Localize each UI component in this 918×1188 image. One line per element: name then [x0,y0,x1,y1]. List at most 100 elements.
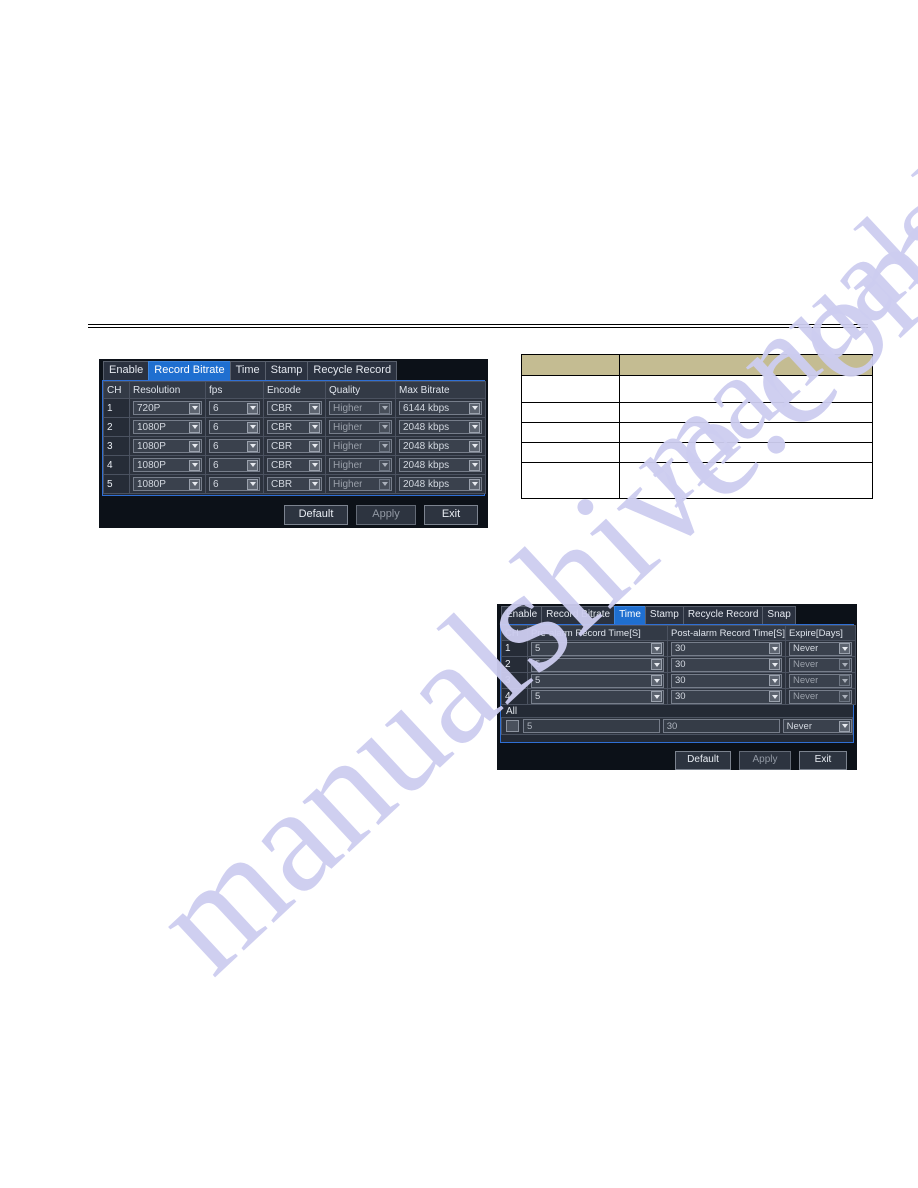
tab-enable[interactable]: Enable [103,361,150,380]
chevron-down-icon[interactable] [309,440,320,452]
cell-name [521,422,620,443]
chevron-down-icon[interactable] [189,402,200,414]
chevron-down-icon[interactable] [189,459,200,471]
quality-dropdown[interactable]: Higher [329,420,392,434]
apply-button[interactable]: Apply [739,751,791,770]
quality-dropdown[interactable]: Higher [329,401,392,415]
chevron-down-icon[interactable] [839,643,850,654]
chevron-down-icon[interactable] [469,440,480,452]
quality-dropdown[interactable]: Higher [329,477,392,491]
all-expire-dropdown[interactable]: Never [782,719,853,733]
fps-dropdown[interactable]: 6 [209,439,260,453]
chevron-down-icon[interactable] [769,675,780,686]
post-alarm-dropdown[interactable]: 30 [671,673,782,688]
tab-recycle-record[interactable]: Recycle Record [307,361,398,380]
chevron-down-icon[interactable] [769,643,780,654]
chevron-down-icon[interactable] [247,478,258,490]
chevron-down-icon[interactable] [247,402,258,414]
max-bitrate-dropdown[interactable]: 6144 kbps [399,401,482,415]
tab-record-bitrate[interactable]: Record Bitrate [541,606,616,624]
resolution-dropdown[interactable]: 1080P [133,439,202,453]
chevron-down-icon[interactable] [189,478,200,490]
expire-dropdown[interactable]: Never [789,641,852,656]
chevron-down-icon[interactable] [839,659,850,670]
encode-dropdown[interactable]: CBR [267,401,322,415]
max-bitrate-dropdown[interactable]: 2048 kbps [399,458,482,472]
chevron-down-icon[interactable] [189,421,200,433]
chevron-down-icon[interactable] [469,459,480,471]
chevron-down-icon[interactable] [469,478,480,490]
chevron-down-icon[interactable] [769,691,780,702]
tab-time[interactable]: Time [229,361,266,380]
default-button[interactable]: Default [675,751,731,770]
chevron-down-icon[interactable] [379,402,390,414]
pre-alarm-dropdown[interactable]: 5 [531,657,664,672]
chevron-down-icon[interactable] [379,459,390,471]
all-pre-alarm-input[interactable]: 5 [523,719,660,733]
chevron-down-icon[interactable] [189,440,200,452]
expire-dropdown[interactable]: Never [789,689,852,704]
chevron-down-icon[interactable] [247,421,258,433]
max-bitrate-dropdown[interactable]: 2048 kbps [399,477,482,491]
chevron-down-icon[interactable] [651,675,662,686]
col-resolution: Resolution [129,381,206,399]
chevron-down-icon[interactable] [309,478,320,490]
tab-time[interactable]: Time [614,606,646,624]
post-alarm-dropdown[interactable]: 30 [671,641,782,656]
apply-button[interactable]: Apply [356,505,416,525]
chevron-down-icon[interactable] [309,459,320,471]
chevron-down-icon[interactable] [309,421,320,433]
tab-recycle-record[interactable]: Recycle Record [682,606,764,624]
chevron-down-icon[interactable] [247,440,258,452]
expire-dropdown[interactable]: Never [789,673,852,688]
pre-alarm-dropdown[interactable]: 5 [531,641,664,656]
chevron-down-icon[interactable] [469,402,480,414]
fps-dropdown[interactable]: 6 [209,401,260,415]
quality-dropdown[interactable]: Higher [329,458,392,472]
encode-dropdown[interactable]: CBR [267,458,322,472]
all-post-alarm-input[interactable]: 30 [662,719,780,733]
chevron-down-icon[interactable] [379,421,390,433]
resolution-dropdown[interactable]: 720P [133,401,202,415]
dropdown-value: 2048 kbps [403,440,450,452]
resolution-dropdown[interactable]: 1080P [133,477,202,491]
chevron-down-icon[interactable] [309,402,320,414]
default-button[interactable]: Default [284,505,348,525]
post-alarm-dropdown[interactable]: 30 [671,689,782,704]
chevron-down-icon[interactable] [839,720,851,732]
resolution-dropdown[interactable]: 1080P [133,458,202,472]
chevron-down-icon[interactable] [379,478,390,490]
resolution-dropdown[interactable]: 1080P [133,420,202,434]
exit-button[interactable]: Exit [424,505,478,525]
chevron-down-icon[interactable] [651,643,662,654]
quality-dropdown[interactable]: Higher [329,439,392,453]
chevron-down-icon[interactable] [469,421,480,433]
tab-stamp[interactable]: Stamp [264,361,309,380]
chevron-down-icon[interactable] [247,459,258,471]
max-bitrate-dropdown[interactable]: 2048 kbps [399,420,482,434]
tab-record-bitrate[interactable]: Record Bitrate [148,361,231,380]
chevron-down-icon[interactable] [379,440,390,452]
chevron-down-icon[interactable] [839,675,850,686]
fps-dropdown[interactable]: 6 [209,458,260,472]
fps-dropdown[interactable]: 6 [209,477,260,491]
encode-dropdown[interactable]: CBR [267,439,322,453]
tab-enable[interactable]: Enable [501,606,543,624]
pre-alarm-dropdown[interactable]: 5 [531,689,664,704]
encode-dropdown[interactable]: CBR [267,477,322,491]
chevron-down-icon[interactable] [769,659,780,670]
tab-snap[interactable]: Snap [762,606,796,624]
max-bitrate-dropdown[interactable]: 2048 kbps [399,439,482,453]
all-checkbox[interactable] [506,720,519,732]
chevron-down-icon[interactable] [651,691,662,702]
expire-dropdown[interactable]: Never [789,657,852,672]
tab-stamp[interactable]: Stamp [644,606,684,624]
chevron-down-icon[interactable] [839,691,850,702]
pre-alarm-dropdown[interactable]: 5 [531,673,664,688]
chevron-down-icon[interactable] [651,659,662,670]
encode-dropdown[interactable]: CBR [267,420,322,434]
post-alarm-dropdown[interactable]: 30 [671,657,782,672]
exit-button[interactable]: Exit [799,751,847,770]
cell-encode: CBR [263,398,326,418]
fps-dropdown[interactable]: 6 [209,420,260,434]
